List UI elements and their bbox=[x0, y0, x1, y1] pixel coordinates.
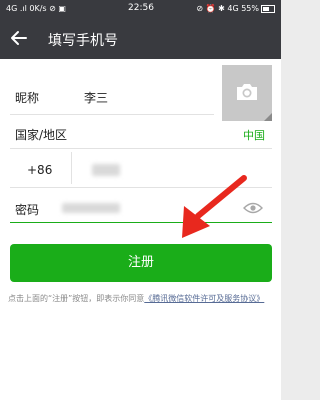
terms-prefix: 点击上面的“注册”按钮，即表示你同意 bbox=[8, 294, 145, 303]
nickname-divider bbox=[10, 114, 214, 115]
status-time: 22:56 bbox=[128, 3, 154, 13]
country-select[interactable]: 中国 bbox=[243, 127, 265, 143]
register-button[interactable]: 注册 bbox=[10, 244, 272, 282]
phone-code-separator bbox=[71, 152, 72, 184]
password-input-blurred[interactable] bbox=[62, 203, 120, 213]
status-left: 4G .ıl 0K/s ⊘ ▣ bbox=[6, 4, 66, 13]
status-right-text: ⊘ ⏰ ✱ 4G 55% bbox=[196, 4, 259, 13]
terms-text: 点击上面的“注册”按钮，即表示你同意《腾讯微信软件许可及服务协议》 bbox=[8, 292, 274, 305]
country-divider bbox=[10, 148, 272, 149]
battery-icon bbox=[261, 4, 275, 13]
red-arrow-annotation bbox=[182, 175, 247, 238]
avatar-upload[interactable] bbox=[222, 65, 272, 121]
nickname-label: 昵称 bbox=[15, 91, 40, 105]
status-right: ⊘ ⏰ ✱ 4G 55% bbox=[196, 4, 275, 13]
terms-link[interactable]: 《腾讯微信软件许可及服务协议》 bbox=[144, 294, 264, 303]
camera-icon bbox=[237, 84, 257, 100]
country-label: 国家/地区 bbox=[15, 128, 68, 142]
nickname-input[interactable]: 李三 bbox=[84, 89, 108, 106]
back-arrow-icon[interactable] bbox=[8, 27, 30, 49]
title-bar: 填写手机号 bbox=[0, 19, 281, 59]
avatar-fold-corner bbox=[264, 113, 272, 121]
password-label: 密码 bbox=[15, 203, 40, 217]
status-bar: 4G .ıl 0K/s ⊘ ▣ 22:56 ⊘ ⏰ ✱ 4G 55% bbox=[0, 0, 281, 19]
phone-input-blurred[interactable] bbox=[92, 164, 120, 176]
phone-code[interactable]: +86 bbox=[27, 163, 52, 177]
page-title: 填写手机号 bbox=[48, 33, 118, 49]
